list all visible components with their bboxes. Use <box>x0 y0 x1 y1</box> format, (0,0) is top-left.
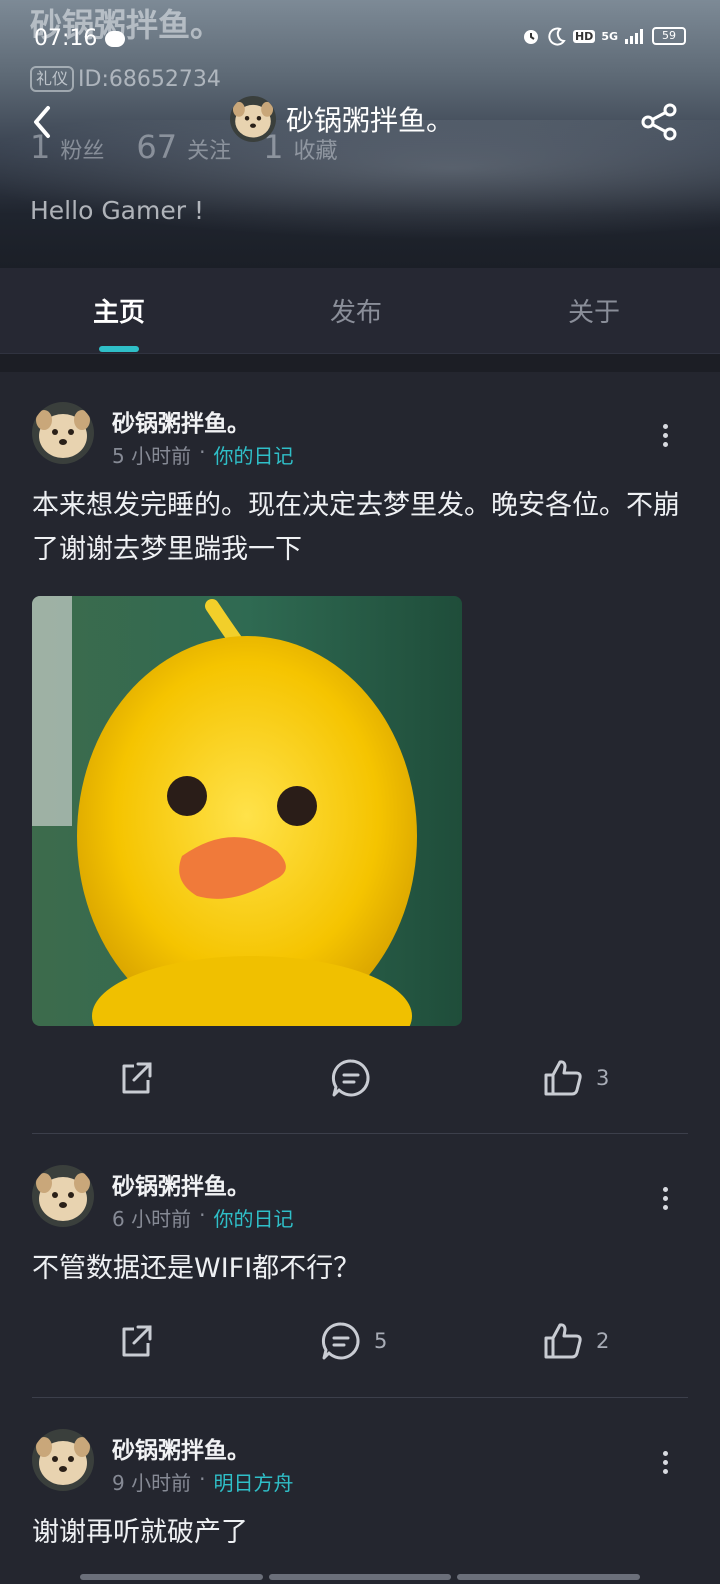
post-meta: 5 小时前 · 你的日记 <box>112 440 293 469</box>
post-header: 砂锅粥拌鱼。 6 小时前 · 你的日记 <box>32 1165 688 1235</box>
tab-posts[interactable]: 发布 <box>276 292 436 329</box>
more-options-icon[interactable] <box>650 1183 680 1219</box>
tab-about[interactable]: 关于 <box>514 292 674 329</box>
post-time: 6 小时前 <box>112 1207 192 1231</box>
network-label: 5G <box>601 29 618 43</box>
post-image[interactable] <box>32 596 462 1026</box>
nav-title: 砂锅粥拌鱼。 <box>286 104 455 137</box>
avatar[interactable] <box>32 1165 94 1227</box>
like-count: 3 <box>596 1066 610 1090</box>
nav-avatar <box>230 96 276 142</box>
avatar[interactable] <box>32 1429 94 1491</box>
post-text[interactable]: 本来想发完睡的。现在决定去梦里发。晚安各位。不崩了谢谢去梦里踹我一下 <box>32 484 682 572</box>
duck-image <box>32 596 462 1026</box>
like-count: 2 <box>596 1329 610 1353</box>
post-time: 5 小时前 <box>112 444 192 468</box>
post-author[interactable]: 砂锅粥拌鱼。 <box>112 1167 250 1201</box>
signal-icon <box>625 29 643 44</box>
thumbs-up-icon <box>544 1060 582 1096</box>
comment-count: 5 <box>374 1329 388 1353</box>
post-divider <box>32 1397 688 1398</box>
share-out-icon <box>122 1062 152 1094</box>
post-text[interactable]: 谢谢再听就破产了 <box>32 1511 682 1555</box>
tab-home[interactable]: 主页 <box>39 292 199 329</box>
dog-avatar-icon <box>32 1429 94 1491</box>
post-header: 砂锅粥拌鱼。 9 小时前 · 明日方舟 <box>32 1429 688 1499</box>
share-out-icon <box>122 1325 152 1357</box>
share-button[interactable] <box>116 1048 156 1108</box>
comment-icon <box>331 1059 370 1097</box>
meta-separator: · <box>199 1467 206 1491</box>
post-actions: 5 2 <box>0 1311 720 1371</box>
comment-button[interactable]: 5 <box>320 1311 387 1371</box>
share-button[interactable] <box>116 1311 156 1371</box>
meta-separator: · <box>199 440 206 464</box>
more-options-icon[interactable] <box>650 1447 680 1483</box>
more-options-icon[interactable] <box>650 420 680 456</box>
post-topic[interactable]: 明日方舟 <box>213 1467 293 1496</box>
post-meta: 6 小时前 · 你的日记 <box>112 1203 293 1232</box>
dog-avatar-icon <box>32 1165 94 1227</box>
nav-user[interactable]: 砂锅粥拌鱼。 <box>230 96 454 142</box>
like-button[interactable]: 2 <box>542 1311 609 1371</box>
post-header: 砂锅粥拌鱼。 5 小时前 · 你的日记 <box>32 402 688 472</box>
moon-icon <box>548 27 566 46</box>
status-bar: 07:16 HD 5G 59 <box>0 0 720 80</box>
profile-tabs: 主页 发布 关于 <box>0 268 720 354</box>
post-author[interactable]: 砂锅粥拌鱼。 <box>112 404 250 438</box>
meta-separator: · <box>199 1203 206 1227</box>
post-topic[interactable]: 你的日记 <box>213 440 293 469</box>
battery-icon: 59 <box>652 27 686 45</box>
post-author[interactable]: 砂锅粥拌鱼。 <box>112 1431 250 1465</box>
active-tab-indicator <box>99 346 139 352</box>
profile-bio: Hello Gamer ! <box>30 196 204 225</box>
status-icons: HD 5G 59 <box>521 26 686 46</box>
avatar[interactable] <box>32 402 94 464</box>
status-time: 07:16 <box>34 26 98 51</box>
comment-icon <box>321 1322 360 1360</box>
post-divider <box>32 1133 688 1134</box>
top-nav: 砂锅粥拌鱼。 <box>0 94 720 150</box>
dog-avatar-icon <box>32 402 94 464</box>
post-text[interactable]: 不管数据还是WIFI都不行？ <box>32 1247 682 1291</box>
post-topic[interactable]: 你的日记 <box>213 1203 293 1232</box>
dog-avatar-icon <box>230 96 276 142</box>
post-actions: 3 <box>0 1048 720 1108</box>
message-notification-icon <box>105 30 126 47</box>
profile-header: 砂锅粥拌鱼。 礼仪 ID:68652734 1 粉丝 67 关注 1 收藏 He… <box>0 0 720 268</box>
thumbs-up-icon <box>544 1323 582 1359</box>
section-gap <box>0 354 720 372</box>
post-meta: 9 小时前 · 明日方舟 <box>112 1467 293 1496</box>
gesture-bar <box>80 1574 641 1580</box>
comment-button[interactable] <box>330 1048 384 1108</box>
status-time-group: 07:16 <box>34 26 126 51</box>
hd-icon: HD <box>572 29 596 43</box>
alarm-icon <box>523 30 538 44</box>
like-button[interactable]: 3 <box>542 1048 609 1108</box>
back-arrow-icon[interactable] <box>26 102 62 142</box>
share-icon[interactable] <box>638 100 682 144</box>
post-time: 9 小时前 <box>112 1471 192 1495</box>
